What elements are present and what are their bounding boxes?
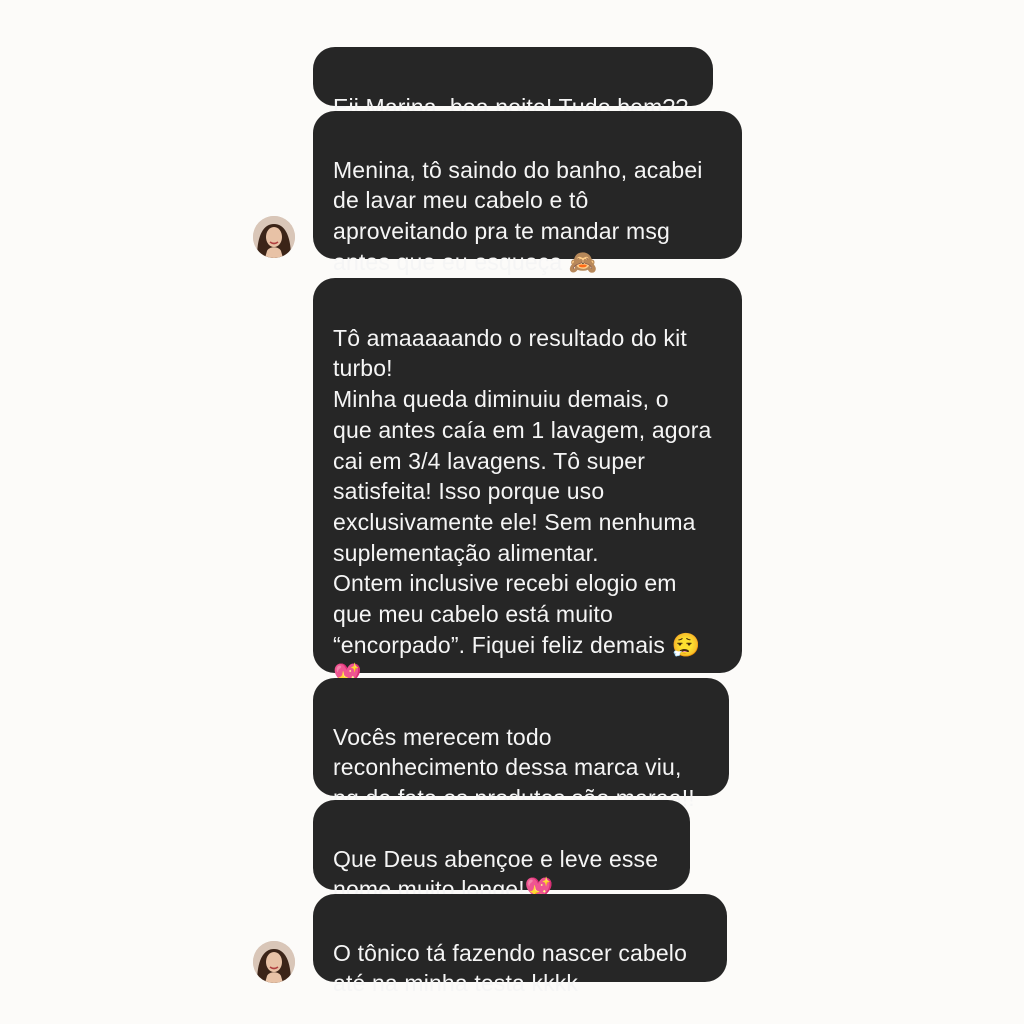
avatar[interactable]: [253, 216, 295, 258]
message-text-3: Tô amaaaaando o resultado do kit turbo! …: [333, 324, 712, 689]
message-bubble-2[interactable]: Menina, tô saindo do banho, acabei de la…: [313, 111, 742, 275]
avatar-photo-icon: [253, 216, 295, 258]
message-bubble-6[interactable]: O tônico tá fazendo nascer cabelo até na…: [313, 894, 727, 996]
message-bubble-4[interactable]: Vocês merecem todo reconhecimento dessa …: [313, 678, 729, 811]
message-bubble-1[interactable]: Eii Marina, boa noite! Tudo bem??: [313, 47, 713, 120]
message-text-6: O tônico tá fazendo nascer cabelo até na…: [333, 939, 688, 997]
message-text-2: Menina, tô saindo do banho, acabei de la…: [333, 156, 703, 275]
message-text-4: Vocês merecem todo reconhecimento dessa …: [333, 723, 695, 812]
message-bubble-3[interactable]: Tô amaaaaando o resultado do kit turbo! …: [313, 278, 742, 688]
message-bubble-5[interactable]: Que Deus abençoe e leve esse nome muito …: [313, 800, 690, 902]
avatar[interactable]: [253, 941, 295, 983]
avatar-photo-icon: [253, 941, 295, 983]
